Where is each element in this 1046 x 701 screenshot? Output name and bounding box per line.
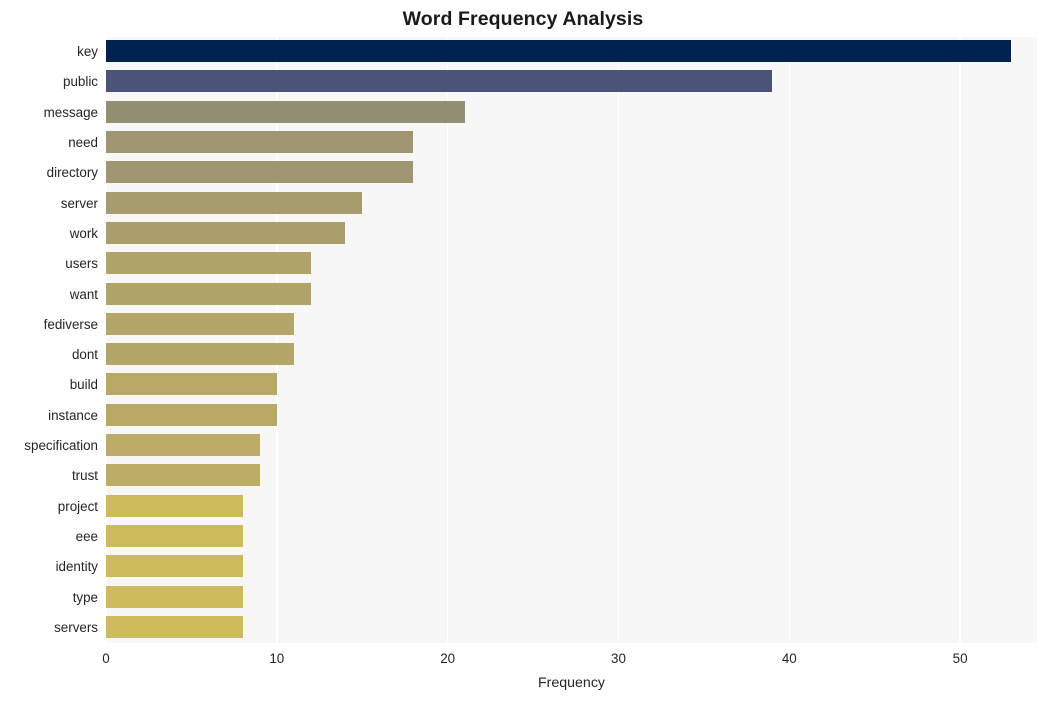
bar-trust[interactable] [106,464,260,487]
bar-type[interactable] [106,585,243,608]
y-tick-label-trust: trust [71,468,98,484]
y-tick-label-specification: specification [24,438,98,454]
bar-row [106,67,1037,97]
bar-row [106,340,1037,370]
bar-row [106,492,1037,522]
y-tick-label-build: build [69,377,98,393]
y-tick-label-fediverse: fediverse [43,316,98,332]
x-tick-label-30: 30 [611,651,626,666]
x-tick-label-0: 0 [102,651,110,666]
bar-need[interactable] [106,131,414,154]
y-tick-label-want: want [69,286,98,302]
bar-eee[interactable] [106,524,243,547]
y-tick-label-work: work [69,225,98,241]
x-tick-label-40: 40 [781,651,797,666]
bar-row [106,461,1037,491]
y-tick-label-dont: dont [71,347,98,363]
y-tick-label-directory: directory [46,165,98,181]
x-tick-label-20: 20 [440,651,456,666]
y-tick-label-users: users [65,256,98,272]
y-tick-label-identity: identity [55,559,98,575]
bar-specification[interactable] [106,434,260,457]
bar-row [106,582,1037,612]
bar-dont[interactable] [106,343,294,366]
y-tick-label-servers: servers [54,619,98,635]
bar-row [106,249,1037,279]
chart-figure: Word Frequency Analysis key public message… [0,0,1046,701]
bar-server[interactable] [106,191,363,214]
y-tick-label-key: key [77,44,98,60]
bar-fediverse[interactable] [106,312,294,335]
y-tick-label-instance: instance [48,407,98,423]
bar-row [106,98,1037,128]
bar-row [106,552,1037,582]
bar-row [106,279,1037,309]
x-tick-label-10: 10 [269,651,285,666]
bar-row [106,522,1037,552]
plot-area [106,37,1037,643]
bar-row [106,613,1037,643]
bar-users[interactable] [106,252,311,275]
bar-row [106,128,1037,158]
bar-message[interactable] [106,100,465,123]
bar-directory[interactable] [106,161,414,184]
bar-row [106,431,1037,461]
bar-row [106,370,1037,400]
bar-identity[interactable] [106,555,243,578]
bar-row [106,310,1037,340]
bar-build[interactable] [106,373,277,396]
y-tick-label-type: type [72,589,98,605]
y-tick-label-project: project [57,498,98,514]
bar-key[interactable] [106,40,1012,63]
bar-want[interactable] [106,282,311,305]
bar-row [106,37,1037,67]
x-tick-label-50: 50 [952,651,968,666]
y-tick-label-eee: eee [75,528,98,544]
y-tick-label-server: server [60,195,98,211]
chart-title: Word Frequency Analysis [402,8,644,30]
bars-container [106,37,1037,643]
x-axis-title: Frequency [537,675,606,691]
bar-row [106,401,1037,431]
y-tick-label-message: message [43,104,98,120]
x-axis-tick-labels: 0 10 20 30 40 50 [102,643,1037,673]
bar-project[interactable] [106,494,243,517]
bar-row [106,189,1037,219]
y-axis-tick-labels: key public message need directory server work u… [0,37,98,643]
bar-work[interactable] [106,221,346,244]
bar-public[interactable] [106,70,773,93]
bar-row [106,158,1037,188]
bar-row [106,219,1037,249]
bar-instance[interactable] [106,403,277,426]
y-tick-label-need: need [68,135,98,151]
y-tick-label-public: public [63,74,98,90]
bar-servers[interactable] [106,615,243,638]
